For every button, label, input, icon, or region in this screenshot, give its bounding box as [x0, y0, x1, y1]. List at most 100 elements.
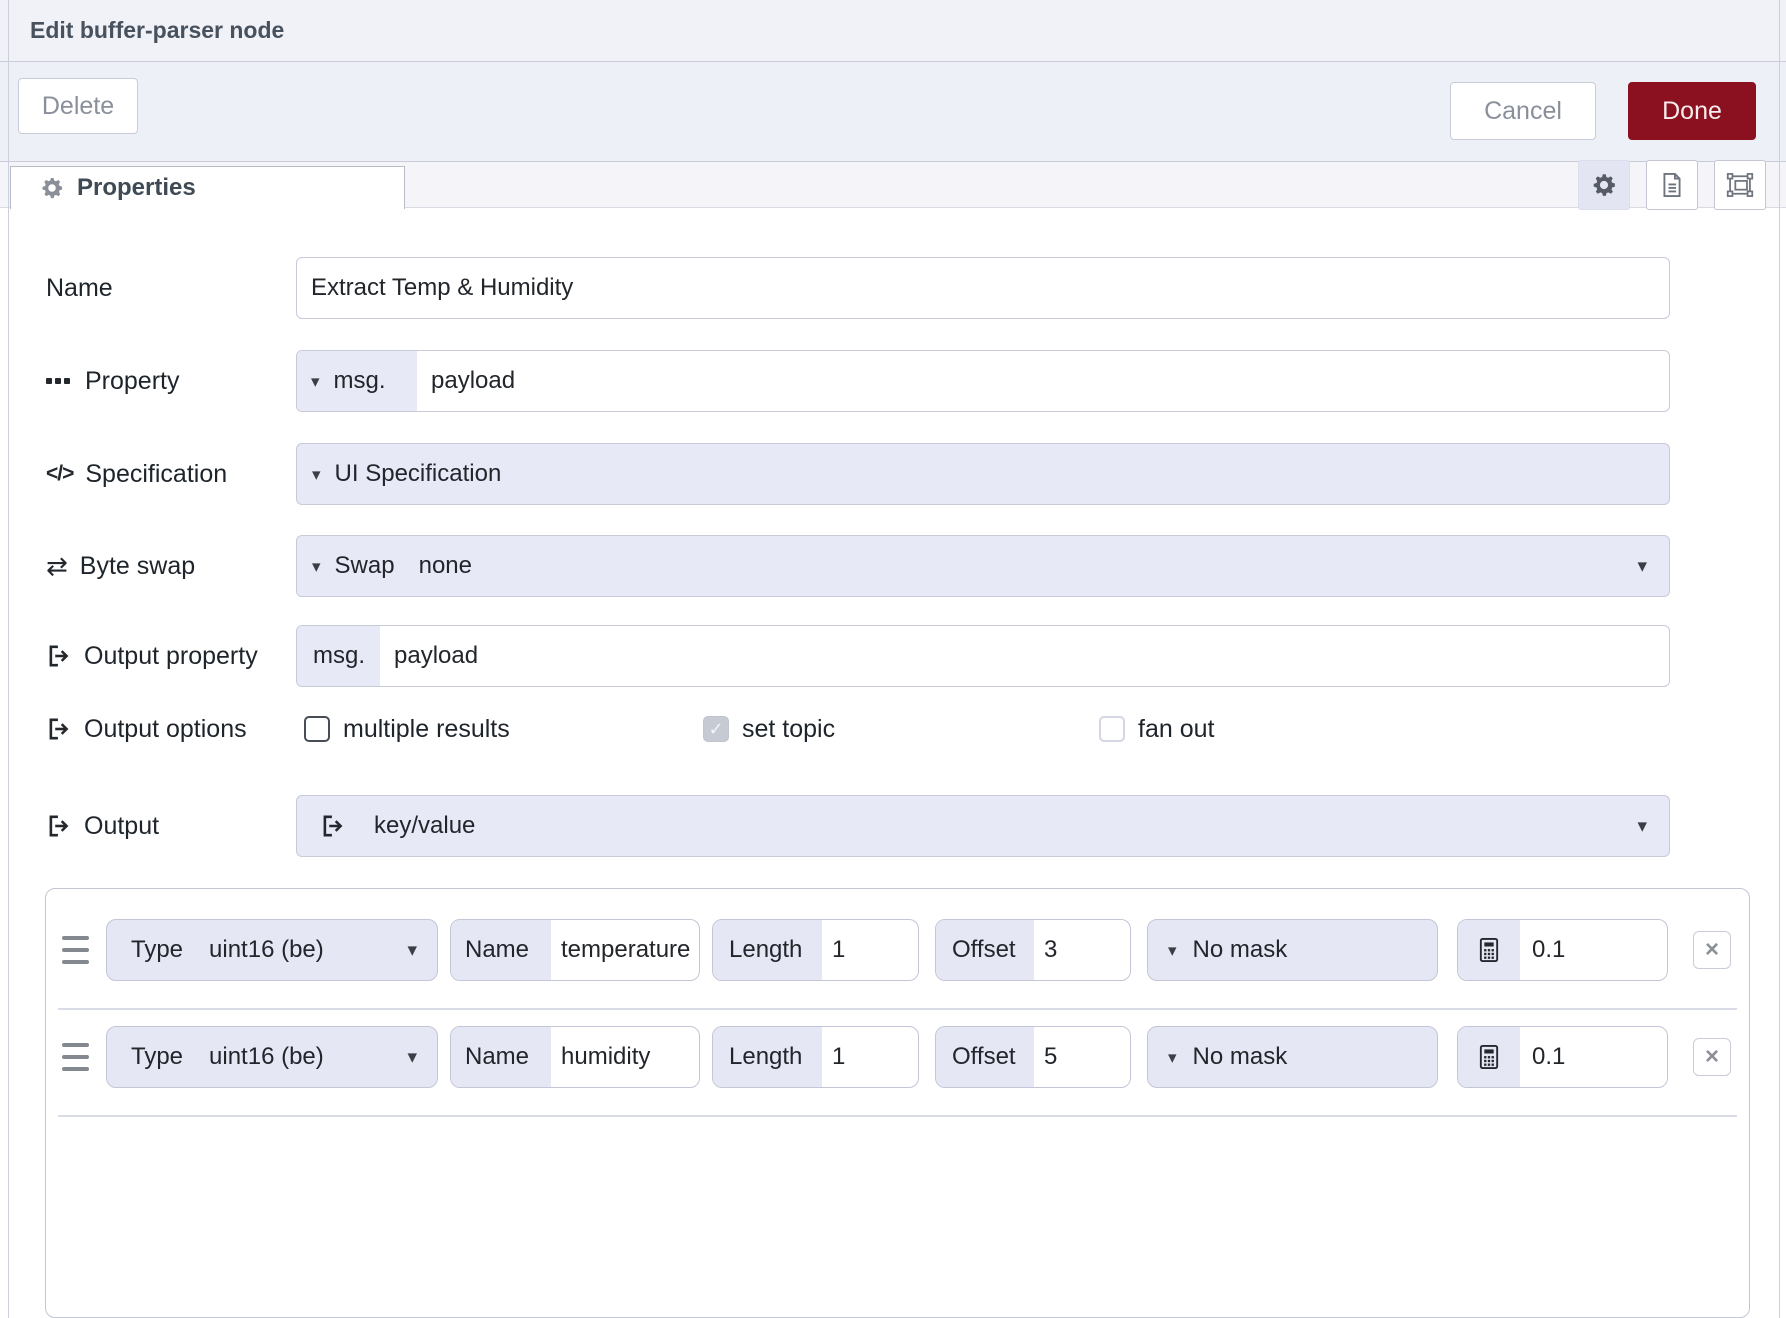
checkbox-box: ✓	[304, 716, 330, 742]
item-name-field: Name	[450, 919, 700, 981]
item-name-prefix: Name	[451, 1027, 551, 1087]
byte-swap-field: ▾ Swap none ▾	[296, 535, 1670, 597]
output-property-field: msg.	[296, 625, 1670, 687]
item-type-value: uint16 (be)	[209, 936, 324, 964]
output-label: Output	[46, 795, 159, 857]
item-type-value: uint16 (be)	[209, 1043, 324, 1071]
checkbox-box: ✓	[703, 716, 729, 742]
dialog-title: Edit buffer-parser node	[30, 17, 284, 44]
caret-down-icon: ▾	[311, 373, 320, 390]
check-icon: ✓	[708, 720, 723, 738]
caret-down-icon: ▾	[407, 1048, 417, 1067]
item-scale-prefix	[1458, 920, 1520, 980]
item-length-field: Length	[712, 919, 919, 981]
item-length-prefix: Length	[713, 920, 822, 980]
property-type-button[interactable]: ▾ msg.	[297, 351, 417, 411]
item-type-select[interactable]: Type uint16 (be) ▾	[106, 919, 438, 981]
caret-down-icon: ▾	[407, 941, 417, 960]
remove-icon: ×	[1705, 936, 1719, 964]
output-property-label: Output property	[46, 625, 258, 687]
item-scale-input[interactable]	[1520, 920, 1667, 980]
item-scale-prefix	[1458, 1027, 1520, 1087]
property-value-input[interactable]	[417, 351, 1669, 411]
remove-item-button[interactable]: ×	[1693, 1038, 1731, 1076]
item-length-input[interactable]	[822, 920, 918, 980]
output-property-value-input[interactable]	[380, 626, 1669, 686]
appearance-view-button[interactable]	[1714, 160, 1766, 210]
item-length-input[interactable]	[822, 1027, 918, 1087]
name-label: Name	[46, 257, 113, 319]
remove-item-button[interactable]: ×	[1693, 931, 1731, 969]
property-field: ▾ msg.	[296, 350, 1670, 412]
parse-item-row: Type uint16 (be) ▾ Name Length Offset ▾ …	[46, 1026, 1749, 1088]
item-name-input[interactable]	[551, 1027, 699, 1087]
item-offset-prefix: Offset	[936, 920, 1034, 980]
item-name-field: Name	[450, 1026, 700, 1088]
item-mask-value: No mask	[1193, 1043, 1288, 1071]
fan-out-checkbox[interactable]: ✓ fan out	[1099, 704, 1214, 754]
tab-bar: Properties	[0, 162, 1786, 208]
edit-node-dialog: { "dialog": { "title": "Edit buffer-pars…	[0, 0, 1786, 1318]
byte-swap-type-label: Swap	[335, 552, 395, 580]
item-length-field: Length	[712, 1026, 919, 1088]
item-mask-select[interactable]: ▾ No mask	[1147, 1026, 1438, 1088]
drag-handle-icon[interactable]	[62, 936, 89, 964]
item-scale-input[interactable]	[1520, 1027, 1667, 1087]
code-icon: </>	[46, 462, 73, 486]
caret-down-icon: ▾	[1168, 942, 1177, 959]
item-length-prefix: Length	[713, 1027, 822, 1087]
caret-down-icon: ▾	[312, 558, 321, 575]
row-separator	[58, 1008, 1737, 1010]
output-value: key/value	[374, 812, 475, 840]
multiple-results-checkbox[interactable]: ✓ multiple results	[304, 704, 510, 754]
caret-down-icon: ▾	[1168, 1049, 1177, 1066]
set-topic-checkbox[interactable]: ✓ set topic	[703, 704, 835, 754]
swap-icon: ⇄	[46, 553, 68, 579]
properties-view-button[interactable]	[1578, 160, 1630, 210]
document-icon	[1658, 171, 1686, 199]
dialog-right-edge	[1779, 0, 1780, 1318]
item-offset-input[interactable]	[1034, 920, 1130, 980]
done-button[interactable]: Done	[1628, 82, 1756, 140]
sign-out-icon	[320, 813, 346, 839]
item-scale-field	[1457, 919, 1668, 981]
item-name-prefix: Name	[451, 920, 551, 980]
specification-select[interactable]: ▾ UI Specification	[296, 443, 1670, 505]
item-offset-field: Offset	[935, 1026, 1131, 1088]
specification-value: UI Specification	[335, 460, 502, 488]
item-offset-field: Offset	[935, 919, 1131, 981]
item-name-input[interactable]	[551, 920, 699, 980]
item-mask-select[interactable]: ▾ No mask	[1147, 919, 1438, 981]
byte-swap-type-button[interactable]: ▾ Swap	[297, 536, 395, 596]
description-view-button[interactable]	[1646, 160, 1698, 210]
gear-icon	[39, 175, 65, 201]
delete-button[interactable]: Delete	[18, 78, 138, 134]
sign-out-icon	[46, 813, 72, 839]
name-field	[296, 257, 1670, 319]
output-property-type-label: msg.	[297, 626, 380, 686]
row-separator	[58, 1115, 1737, 1117]
name-input[interactable]	[297, 258, 1669, 318]
sign-out-icon	[46, 643, 72, 669]
gear-icon	[1590, 171, 1618, 199]
ellipsis-icon	[46, 378, 73, 384]
caret-down-icon: ▾	[312, 466, 321, 483]
caret-down-icon: ▾	[1637, 557, 1647, 576]
checkbox-box: ✓	[1099, 716, 1125, 742]
remove-icon: ×	[1705, 1043, 1719, 1071]
drag-handle-icon[interactable]	[62, 1043, 89, 1071]
item-offset-input[interactable]	[1034, 1027, 1130, 1087]
item-type-select[interactable]: Type uint16 (be) ▾	[106, 1026, 438, 1088]
caret-down-icon: ▾	[1637, 817, 1647, 836]
output-select[interactable]: key/value ▾	[296, 795, 1670, 857]
action-bar: Delete Cancel Done	[0, 62, 1786, 162]
item-mask-value: No mask	[1193, 936, 1288, 964]
byte-swap-value[interactable]: none	[419, 552, 472, 580]
cancel-button[interactable]: Cancel	[1450, 82, 1596, 140]
tab-label: Properties	[77, 174, 196, 202]
calculator-icon	[1475, 1043, 1503, 1071]
dialog-header: Edit buffer-parser node	[0, 0, 1786, 62]
byte-swap-label: ⇄ Byte swap	[46, 535, 195, 597]
output-options-label: Output options	[46, 704, 247, 754]
tab-properties[interactable]: Properties	[10, 166, 405, 209]
